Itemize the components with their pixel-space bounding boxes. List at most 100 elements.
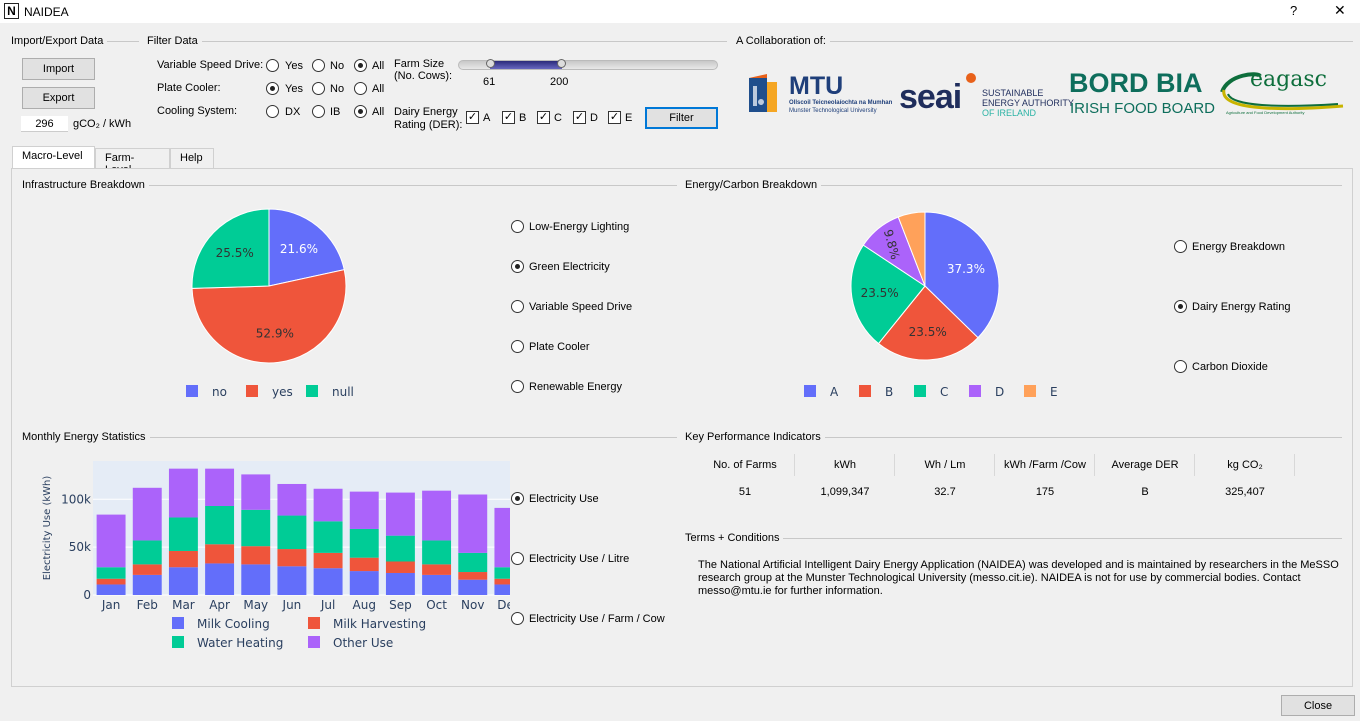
plate-yes-radio[interactable] — [266, 82, 279, 95]
der-c-label: C — [554, 112, 562, 124]
export-button[interactable]: Export — [22, 87, 95, 109]
kpi-value: 325,407 — [1225, 486, 1265, 498]
x-tick-label: Oct — [426, 598, 447, 612]
mtu-logo-text: MTU — [789, 72, 844, 100]
import-button[interactable]: Import — [22, 58, 95, 80]
pie-value-label: 25.5% — [216, 246, 254, 260]
energy-carbon-group-title: Energy/Carbon Breakdown — [685, 179, 822, 191]
legend-label-B: B — [885, 385, 893, 399]
pie-value-label: 52.9% — [256, 326, 294, 340]
kpi-value: 175 — [1035, 486, 1055, 498]
cooling-label: Cooling System: — [157, 105, 238, 117]
x-tick-label: Jun — [282, 598, 302, 612]
plate-all-label: All — [372, 83, 385, 95]
bar-segment-milk-harvesting — [458, 572, 488, 580]
bar-segment-other-use — [168, 468, 198, 518]
mtu-logo-icon — [747, 72, 787, 116]
bar-segment-other-use — [277, 483, 307, 516]
bordbia-logo-text: BORD BIA — [1069, 68, 1203, 98]
close-icon[interactable]: ✕ — [1334, 2, 1346, 19]
bar-segment-milk-cooling — [494, 584, 510, 595]
close-button[interactable]: Close — [1281, 695, 1355, 716]
vsd-yes-radio[interactable] — [266, 59, 279, 72]
pie-value-label: 37.3% — [947, 262, 985, 276]
cooling-ib-radio[interactable] — [312, 105, 325, 118]
seai-logo-sub3: OF IRELAND — [982, 108, 1037, 118]
kpi-header: kg CO₂ — [1227, 459, 1263, 471]
vsd-no-radio[interactable] — [312, 59, 325, 72]
der-a-checkbox[interactable]: ✓ — [466, 111, 479, 124]
energy-option-radio-1[interactable] — [1174, 300, 1187, 313]
monthly-option-radio-2[interactable] — [511, 612, 524, 625]
monthly-option-radio-0[interactable] — [511, 492, 524, 505]
kpi-divider — [1294, 454, 1295, 476]
x-tick-label: Sep — [389, 598, 412, 612]
plate-all-radio[interactable] — [354, 82, 367, 95]
farm-size-max-handle[interactable] — [557, 59, 566, 68]
der-c-checkbox[interactable]: ✓ — [537, 111, 550, 124]
vsd-all-radio[interactable] — [354, 59, 367, 72]
infra-option-radio-4[interactable] — [511, 380, 524, 393]
cooling-all-radio[interactable] — [354, 105, 367, 118]
infra-option-radio-1[interactable] — [511, 260, 524, 273]
plate-no-radio[interactable] — [312, 82, 325, 95]
seai-logo-sub2: ENERGY AUTHORITY — [982, 98, 1074, 108]
filter-button[interactable]: Filter — [645, 107, 718, 129]
carbon-factor-input[interactable]: 296 — [21, 116, 68, 132]
infra-option-label-2: Variable Speed Drive — [529, 301, 633, 313]
energy-option-radio-2[interactable] — [1174, 360, 1187, 373]
bar-segment-other-use — [494, 507, 510, 568]
bar-segment-milk-cooling — [96, 584, 126, 595]
bar-segment-other-use — [96, 514, 126, 568]
seai-logo-dot-icon — [966, 73, 976, 83]
bar-segment-milk-harvesting — [349, 557, 379, 572]
app-icon: N — [4, 3, 19, 19]
tab-help[interactable]: Help — [170, 148, 214, 168]
bar-segment-other-use — [458, 494, 488, 553]
farm-size-min-handle[interactable] — [486, 59, 495, 68]
kpi-value: B — [1141, 486, 1149, 498]
seai-logo-sub1: SUSTAINABLE — [982, 88, 1044, 98]
x-tick-label: Jan — [101, 598, 121, 612]
kpi-header: kWh — [834, 459, 856, 471]
der-e-checkbox[interactable]: ✓ — [608, 111, 621, 124]
kpi-value: 1,099,347 — [820, 486, 870, 498]
der-label: Dairy Energy — [394, 106, 458, 118]
energy-option-radio-0[interactable] — [1174, 240, 1187, 253]
group-line — [147, 41, 727, 42]
der-d-checkbox[interactable]: ✓ — [573, 111, 586, 124]
terms-line-1: The National Artificial Intelligent Dair… — [698, 559, 1339, 571]
kpi-divider — [894, 454, 895, 476]
bar-segment-other-use — [313, 488, 343, 522]
vsd-label: Variable Speed Drive: — [157, 59, 264, 71]
infra-option-label-3: Plate Cooler — [529, 341, 590, 353]
legend-swatch-null — [306, 385, 318, 397]
der-e-label: E — [625, 112, 633, 124]
vsd-yes-label: Yes — [285, 60, 303, 72]
legend-label-null: null — [332, 385, 354, 399]
infra-option-radio-0[interactable] — [511, 220, 524, 233]
infra-option-radio-2[interactable] — [511, 300, 524, 313]
mtu-logo-sub1: Ollscoil Teicneolaíochta na Mumhan — [789, 100, 893, 106]
monthly-option-radio-1[interactable] — [511, 552, 524, 565]
plate-yes-label: Yes — [285, 83, 303, 95]
filter-group-title: Filter Data — [147, 35, 202, 47]
infra-option-radio-3[interactable] — [511, 340, 524, 353]
tab-farm-level[interactable]: Farm-Level — [95, 148, 170, 176]
der-b-checkbox[interactable]: ✓ — [502, 111, 515, 124]
help-icon[interactable]: ? — [1290, 3, 1297, 18]
kpi-header: No. of Farms — [713, 459, 777, 471]
plate-no-label: No — [330, 83, 345, 95]
window-title: NAIDEA — [24, 5, 69, 19]
bar-segment-water-heating — [132, 540, 162, 565]
tab-macro-level[interactable]: Macro-Level — [12, 146, 95, 168]
teagasc-logo-text: eagasc — [1250, 67, 1327, 92]
bar-segment-water-heating — [168, 517, 198, 551]
cooling-dx-radio[interactable] — [266, 105, 279, 118]
legend-label-C: C — [940, 385, 948, 399]
y-tick-label: 100k — [61, 492, 91, 506]
monthly-bar-chart: 0 50k 100k Jan Feb Mar Apr May Jun Jul Aug Sep Oct No… — [42, 461, 510, 650]
legend-swatch-B — [859, 385, 871, 397]
infra-option-label-4: Renewable Energy — [529, 381, 622, 393]
teagasc-logo-sub: Agriculture and Food Development Authori… — [1226, 110, 1305, 115]
